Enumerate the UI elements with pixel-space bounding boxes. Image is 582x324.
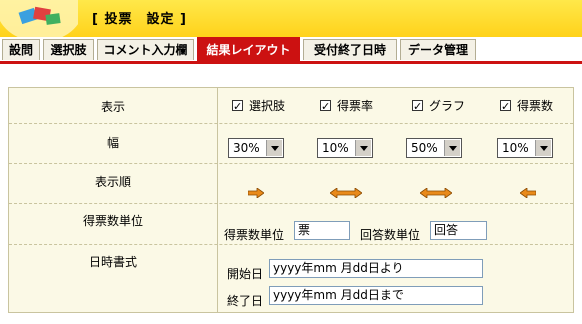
- arrow-left-icon[interactable]: [520, 188, 536, 198]
- checkbox-vote-rate-box[interactable]: ✓: [320, 100, 331, 112]
- answer-unit-label: 回答数単位: [360, 228, 421, 242]
- width-select-1[interactable]: 30%: [228, 138, 284, 158]
- tab-result-layout[interactable]: 結果レイアウト: [197, 37, 300, 62]
- width-select-4[interactable]: 10%: [497, 138, 553, 158]
- checkbox-graph[interactable]: ✓ グラフ: [412, 97, 465, 114]
- row-date-format: 日時書式 開始日 yyyy年mm 月dd日より 終了日 yyyy年mm 月dd日…: [9, 244, 573, 312]
- checkbox-graph-label: グラフ: [429, 99, 466, 113]
- tab-data-management[interactable]: データ管理: [400, 39, 476, 60]
- width-select-2-value: 10%: [322, 141, 349, 155]
- tab-question[interactable]: 設問: [2, 39, 40, 60]
- width-select-4-value: 10%: [502, 141, 529, 155]
- row-label-unit: 得票数単位: [82, 214, 143, 228]
- end-date-label: 終了日: [227, 294, 264, 308]
- answer-unit-input[interactable]: 回答: [430, 221, 487, 240]
- arrow-right-icon[interactable]: [248, 188, 264, 198]
- chevron-down-icon[interactable]: [266, 140, 282, 156]
- start-date-label: 開始日: [227, 267, 264, 281]
- tab-deadline[interactable]: 受付終了日時: [303, 39, 397, 60]
- chevron-down-icon[interactable]: [444, 140, 460, 156]
- checkbox-vote-count-box[interactable]: ✓: [500, 100, 511, 112]
- start-date-format-input[interactable]: yyyy年mm 月dd日より: [269, 259, 483, 278]
- arrow-both-icon[interactable]: [420, 188, 452, 198]
- checkbox-vote-count[interactable]: ✓ 得票数: [500, 97, 553, 114]
- width-select-3-value: 50%: [411, 141, 438, 155]
- page-title: [ 投票 設定 ]: [92, 12, 187, 27]
- checkbox-graph-box[interactable]: ✓: [412, 100, 423, 112]
- checkbox-choices-box[interactable]: ✓: [232, 100, 243, 112]
- chevron-down-icon[interactable]: [355, 140, 371, 156]
- row-unit: 得票数単位 得票数単位 票 回答数単位 回答: [9, 203, 573, 245]
- chevron-down-icon[interactable]: [535, 140, 551, 156]
- checkbox-choices[interactable]: ✓ 選択肢: [232, 97, 285, 114]
- tab-choices[interactable]: 選択肢: [43, 39, 94, 60]
- settings-table: 表示 ✓ 選択肢 ✓ 得票率 ✓ グラフ ✓ 得票数 幅 30% 10% 50%: [8, 87, 574, 313]
- row-label-date-format: 日時書式: [88, 255, 137, 269]
- row-label-display: 表示: [100, 100, 125, 114]
- app-header: [ 投票 設定 ]: [0, 0, 582, 37]
- row-order: 表示順: [9, 163, 573, 204]
- width-select-1-value: 30%: [233, 141, 260, 155]
- checkbox-vote-rate[interactable]: ✓ 得票率: [320, 97, 373, 114]
- row-display: 表示 ✓ 選択肢 ✓ 得票率 ✓ グラフ ✓ 得票数: [9, 88, 573, 124]
- vote-unit-label: 得票数単位: [224, 228, 285, 242]
- end-date-format-input[interactable]: yyyy年mm 月dd日まで: [269, 286, 483, 305]
- arrow-both-icon[interactable]: [330, 188, 362, 198]
- vote-logo-icon: [0, 0, 78, 37]
- width-select-2[interactable]: 10%: [317, 138, 373, 158]
- row-label-width: 幅: [106, 136, 119, 150]
- row-width: 幅 30% 10% 50% 10%: [9, 123, 573, 164]
- row-label-order: 表示順: [94, 175, 131, 189]
- checkbox-vote-count-label: 得票数: [517, 99, 554, 113]
- width-select-3[interactable]: 50%: [406, 138, 462, 158]
- tab-comment-field[interactable]: コメント入力欄: [97, 39, 194, 60]
- checkbox-choices-label: 選択肢: [249, 99, 286, 113]
- checkbox-vote-rate-label: 得票率: [337, 99, 374, 113]
- vote-unit-input[interactable]: 票: [294, 221, 350, 240]
